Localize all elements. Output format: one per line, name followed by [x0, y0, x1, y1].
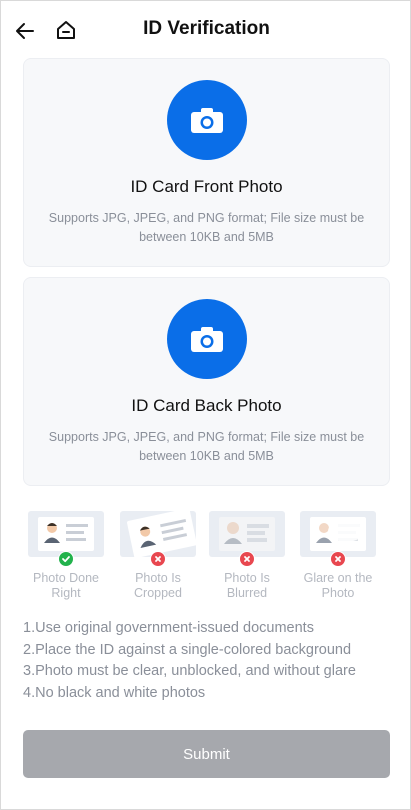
back-card-title: ID Card Back Photo [131, 396, 282, 415]
front-card-title: ID Card Front Photo [130, 177, 283, 196]
requirements-list: 1.Use original government-issued documen… [23, 618, 393, 704]
example-glare: Glare on the Photo [300, 509, 376, 604]
submit-button[interactable]: Submit [23, 730, 390, 778]
example-blurred: Photo Is Blurred [209, 509, 285, 604]
requirement-item: 3.Photo must be clear, unblocked, and wi… [23, 663, 356, 679]
photo-examples: Photo Done Right Photo Is Cropped Photo … [23, 509, 390, 604]
camera-icon [191, 108, 223, 133]
upload-back-button[interactable] [167, 299, 247, 379]
screen: ID Verification ID Card Front Photo Supp… [0, 0, 411, 810]
requirement-item: 1.Use original government-issued documen… [23, 620, 314, 636]
cross-icon [150, 551, 166, 567]
upload-front-button[interactable] [167, 80, 247, 160]
example-label: Photo Done Right [32, 571, 100, 600]
header: ID Verification [1, 1, 411, 61]
back-card-description: Supports JPG, JPEG, and PNG format; File… [48, 430, 365, 463]
check-icon [58, 551, 74, 567]
camera-icon [191, 327, 223, 352]
cross-icon [239, 551, 255, 567]
example-label: Photo Is Blurred [224, 571, 270, 600]
requirement-item: 2.Place the ID against a single-colored … [23, 641, 352, 658]
example-label: Glare on the Photo [303, 571, 373, 600]
front-card-description: Supports JPG, JPEG, and PNG format; File… [48, 211, 365, 244]
requirement-item: 4.No black and white photos [23, 684, 206, 701]
id-back-upload-card[interactable]: ID Card Back Photo Supports JPG, JPEG, a… [23, 277, 390, 486]
example-correct: Photo Done Right [28, 509, 104, 604]
example-cropped: Photo Is Cropped [120, 509, 196, 604]
page-title: ID Verification [143, 18, 270, 39]
id-front-upload-card[interactable]: ID Card Front Photo Supports JPG, JPEG, … [23, 58, 390, 267]
cross-icon [330, 551, 346, 567]
example-label: Photo Is Cropped [134, 571, 182, 600]
